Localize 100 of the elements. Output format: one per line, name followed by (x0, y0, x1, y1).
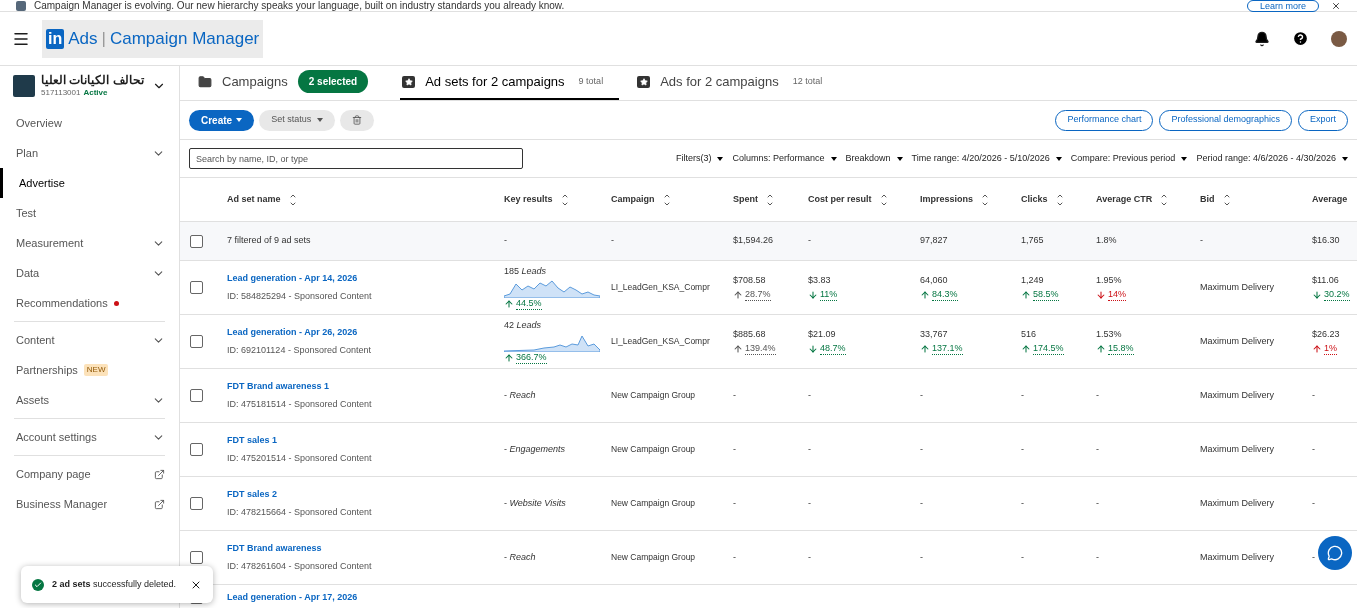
column-header[interactable]: Spent (733, 192, 758, 207)
close-icon[interactable] (1331, 0, 1341, 11)
filter-dropdown[interactable]: Time range: 4/20/2026 - 5/10/2026 (911, 151, 1062, 166)
sidebar-item[interactable]: Advertise (0, 168, 179, 198)
change-percent[interactable]: 366.7% (516, 352, 547, 365)
search-field[interactable]: Search by name, ID, or type (189, 148, 523, 169)
sidebar-item[interactable]: Account settings (0, 422, 179, 452)
change-percent[interactable]: 11% (820, 288, 838, 301)
sidebar-item[interactable]: Business Manager (0, 489, 179, 519)
change-percent[interactable]: 139.4% (745, 342, 776, 355)
checkbox[interactable] (190, 497, 203, 510)
metric-value: $11.06 (1312, 274, 1339, 288)
metric-value: - (1096, 496, 1099, 510)
metric-value: 64,060 (920, 274, 948, 288)
filter-dropdown[interactable]: Period range: 4/6/2026 - 4/30/2026 (1196, 151, 1348, 166)
column-header[interactable]: Average (1312, 192, 1348, 207)
sidebar-item[interactable]: Assets (0, 385, 179, 415)
checkbox[interactable] (190, 335, 203, 348)
tab[interactable]: Ads for 2 campaigns 12 total (635, 66, 839, 100)
user-avatar[interactable] (1331, 30, 1347, 47)
column-header[interactable]: Cost per result (808, 192, 872, 207)
metric-value: - (1096, 550, 1099, 564)
metric-value: 516 (1021, 328, 1037, 342)
change-percent[interactable]: 84.3% (932, 288, 958, 301)
banner-text: Campaign Manager is evolving. Our new hierarchy speaks your language, built on industry standards you already know. (34, 0, 565, 12)
metric-value: 33,767 (920, 328, 948, 342)
sidebar-item[interactable]: Recommendations (0, 288, 179, 318)
sidebar-item[interactable]: Plan (0, 138, 179, 168)
column-header[interactable]: Bid (1200, 192, 1215, 207)
checkbox[interactable] (190, 443, 203, 456)
key-result: 42 Leads (504, 318, 542, 332)
column-header[interactable]: Ad set name (227, 192, 281, 207)
ad-set-name-link[interactable]: FDT Brand awareness (227, 542, 322, 556)
filter-dropdown[interactable]: Columns: Performance (732, 151, 837, 166)
metric-value: $885.68 (733, 328, 766, 342)
change-percent[interactable]: 28.7% (745, 288, 771, 301)
change-percent[interactable]: 44.5% (516, 298, 542, 311)
checkbox[interactable] (190, 281, 203, 294)
external-link-icon[interactable] (154, 498, 165, 510)
change-percent[interactable]: 30.2% (1324, 288, 1350, 301)
filter-dropdown[interactable]: Breakdown (845, 151, 903, 166)
change-percent[interactable]: 48.7% (820, 342, 846, 355)
filter-dropdown[interactable]: Filters(3) (676, 151, 724, 166)
metric-value: - (1312, 496, 1315, 510)
campaign-name: LI_LeadGen_KSA_Compr (611, 281, 710, 294)
summary-cell: - (1200, 234, 1203, 248)
sidebar-item[interactable]: Measurement (0, 228, 179, 258)
metric-value: 1.95% (1096, 274, 1122, 288)
metric-value: - (1312, 388, 1315, 402)
selection-badge[interactable]: 2 selected (297, 70, 369, 93)
column-header[interactable]: Key results (504, 192, 553, 207)
tab[interactable]: Campaigns 2 selected (196, 66, 385, 100)
ad-set-name-link[interactable]: Lead generation - Apr 17, 2026 (227, 591, 358, 605)
sidebar-item[interactable]: Test (0, 198, 179, 228)
delete-button[interactable] (340, 109, 375, 131)
change-percent[interactable]: 1% (1324, 342, 1337, 355)
checkbox[interactable] (190, 389, 203, 402)
change-percent[interactable]: 14% (1108, 288, 1126, 301)
change-percent[interactable]: 58.5% (1033, 288, 1059, 301)
checkbox[interactable] (190, 234, 203, 248)
notification-bell-icon[interactable] (1254, 30, 1270, 47)
checkbox[interactable] (190, 551, 203, 564)
ad-set-name-link[interactable]: FDT Brand awareness 1 (227, 380, 330, 394)
set-status-button[interactable]: Set status (259, 109, 336, 131)
change-percent[interactable]: 137.1% (932, 342, 963, 355)
folder-icon (198, 74, 212, 89)
help-icon[interactable] (1292, 30, 1309, 47)
metric-value: - (1021, 496, 1024, 510)
campaign-name: LI_LeadGen_KSA_Compr (611, 335, 710, 348)
chat-button[interactable] (1318, 536, 1352, 570)
column-header[interactable]: Average CTR (1096, 192, 1153, 207)
new-badge: NEW (83, 364, 109, 376)
metric-value: - (1096, 388, 1099, 402)
external-link-icon[interactable] (154, 468, 165, 480)
sidebar-item[interactable]: Partnerships NEW (0, 355, 179, 385)
sidebar-item[interactable]: Company page (0, 459, 179, 489)
app-logo[interactable]: in Ads | Campaign Manager (42, 19, 264, 58)
create-button[interactable]: Create (189, 109, 255, 131)
summary-cell: 97,827 (920, 234, 948, 248)
ad-set-name-link[interactable]: FDT sales 1 (227, 434, 278, 448)
tab[interactable]: Ad sets for 2 campaigns 9 total (400, 66, 620, 100)
column-header[interactable]: Campaign (611, 192, 655, 207)
ad-set-name-link[interactable]: Lead generation - Apr 26, 2026 (227, 326, 358, 340)
sidebar-item[interactable]: Data (0, 258, 179, 288)
metric-value: Maximum Delivery (1200, 550, 1274, 564)
change-percent[interactable]: 15.8% (1108, 342, 1134, 355)
summary-cell: - (504, 234, 507, 248)
change-percent[interactable]: 174.5% (1033, 342, 1064, 355)
filter-dropdown[interactable]: Compare: Previous period (1070, 151, 1188, 166)
summary-cell: - (808, 234, 811, 248)
column-header[interactable]: Impressions (920, 192, 974, 207)
ad-set-name-link[interactable]: FDT sales 2 (227, 488, 278, 502)
account-id: 517113001 (41, 87, 81, 99)
column-header[interactable]: Clicks (1021, 192, 1048, 207)
ad-set-name-link[interactable]: Lead generation - Apr 14, 2026 (227, 272, 358, 286)
sidebar-item[interactable]: Overview (0, 108, 179, 138)
ad-set-meta: ID: 478215664 - Sponsored Content (227, 505, 372, 519)
toast-message: 2 ad sets successfully deleted. (52, 577, 177, 591)
campaign-name: New Campaign Group (611, 497, 696, 510)
sidebar-item[interactable]: Content (0, 325, 179, 355)
